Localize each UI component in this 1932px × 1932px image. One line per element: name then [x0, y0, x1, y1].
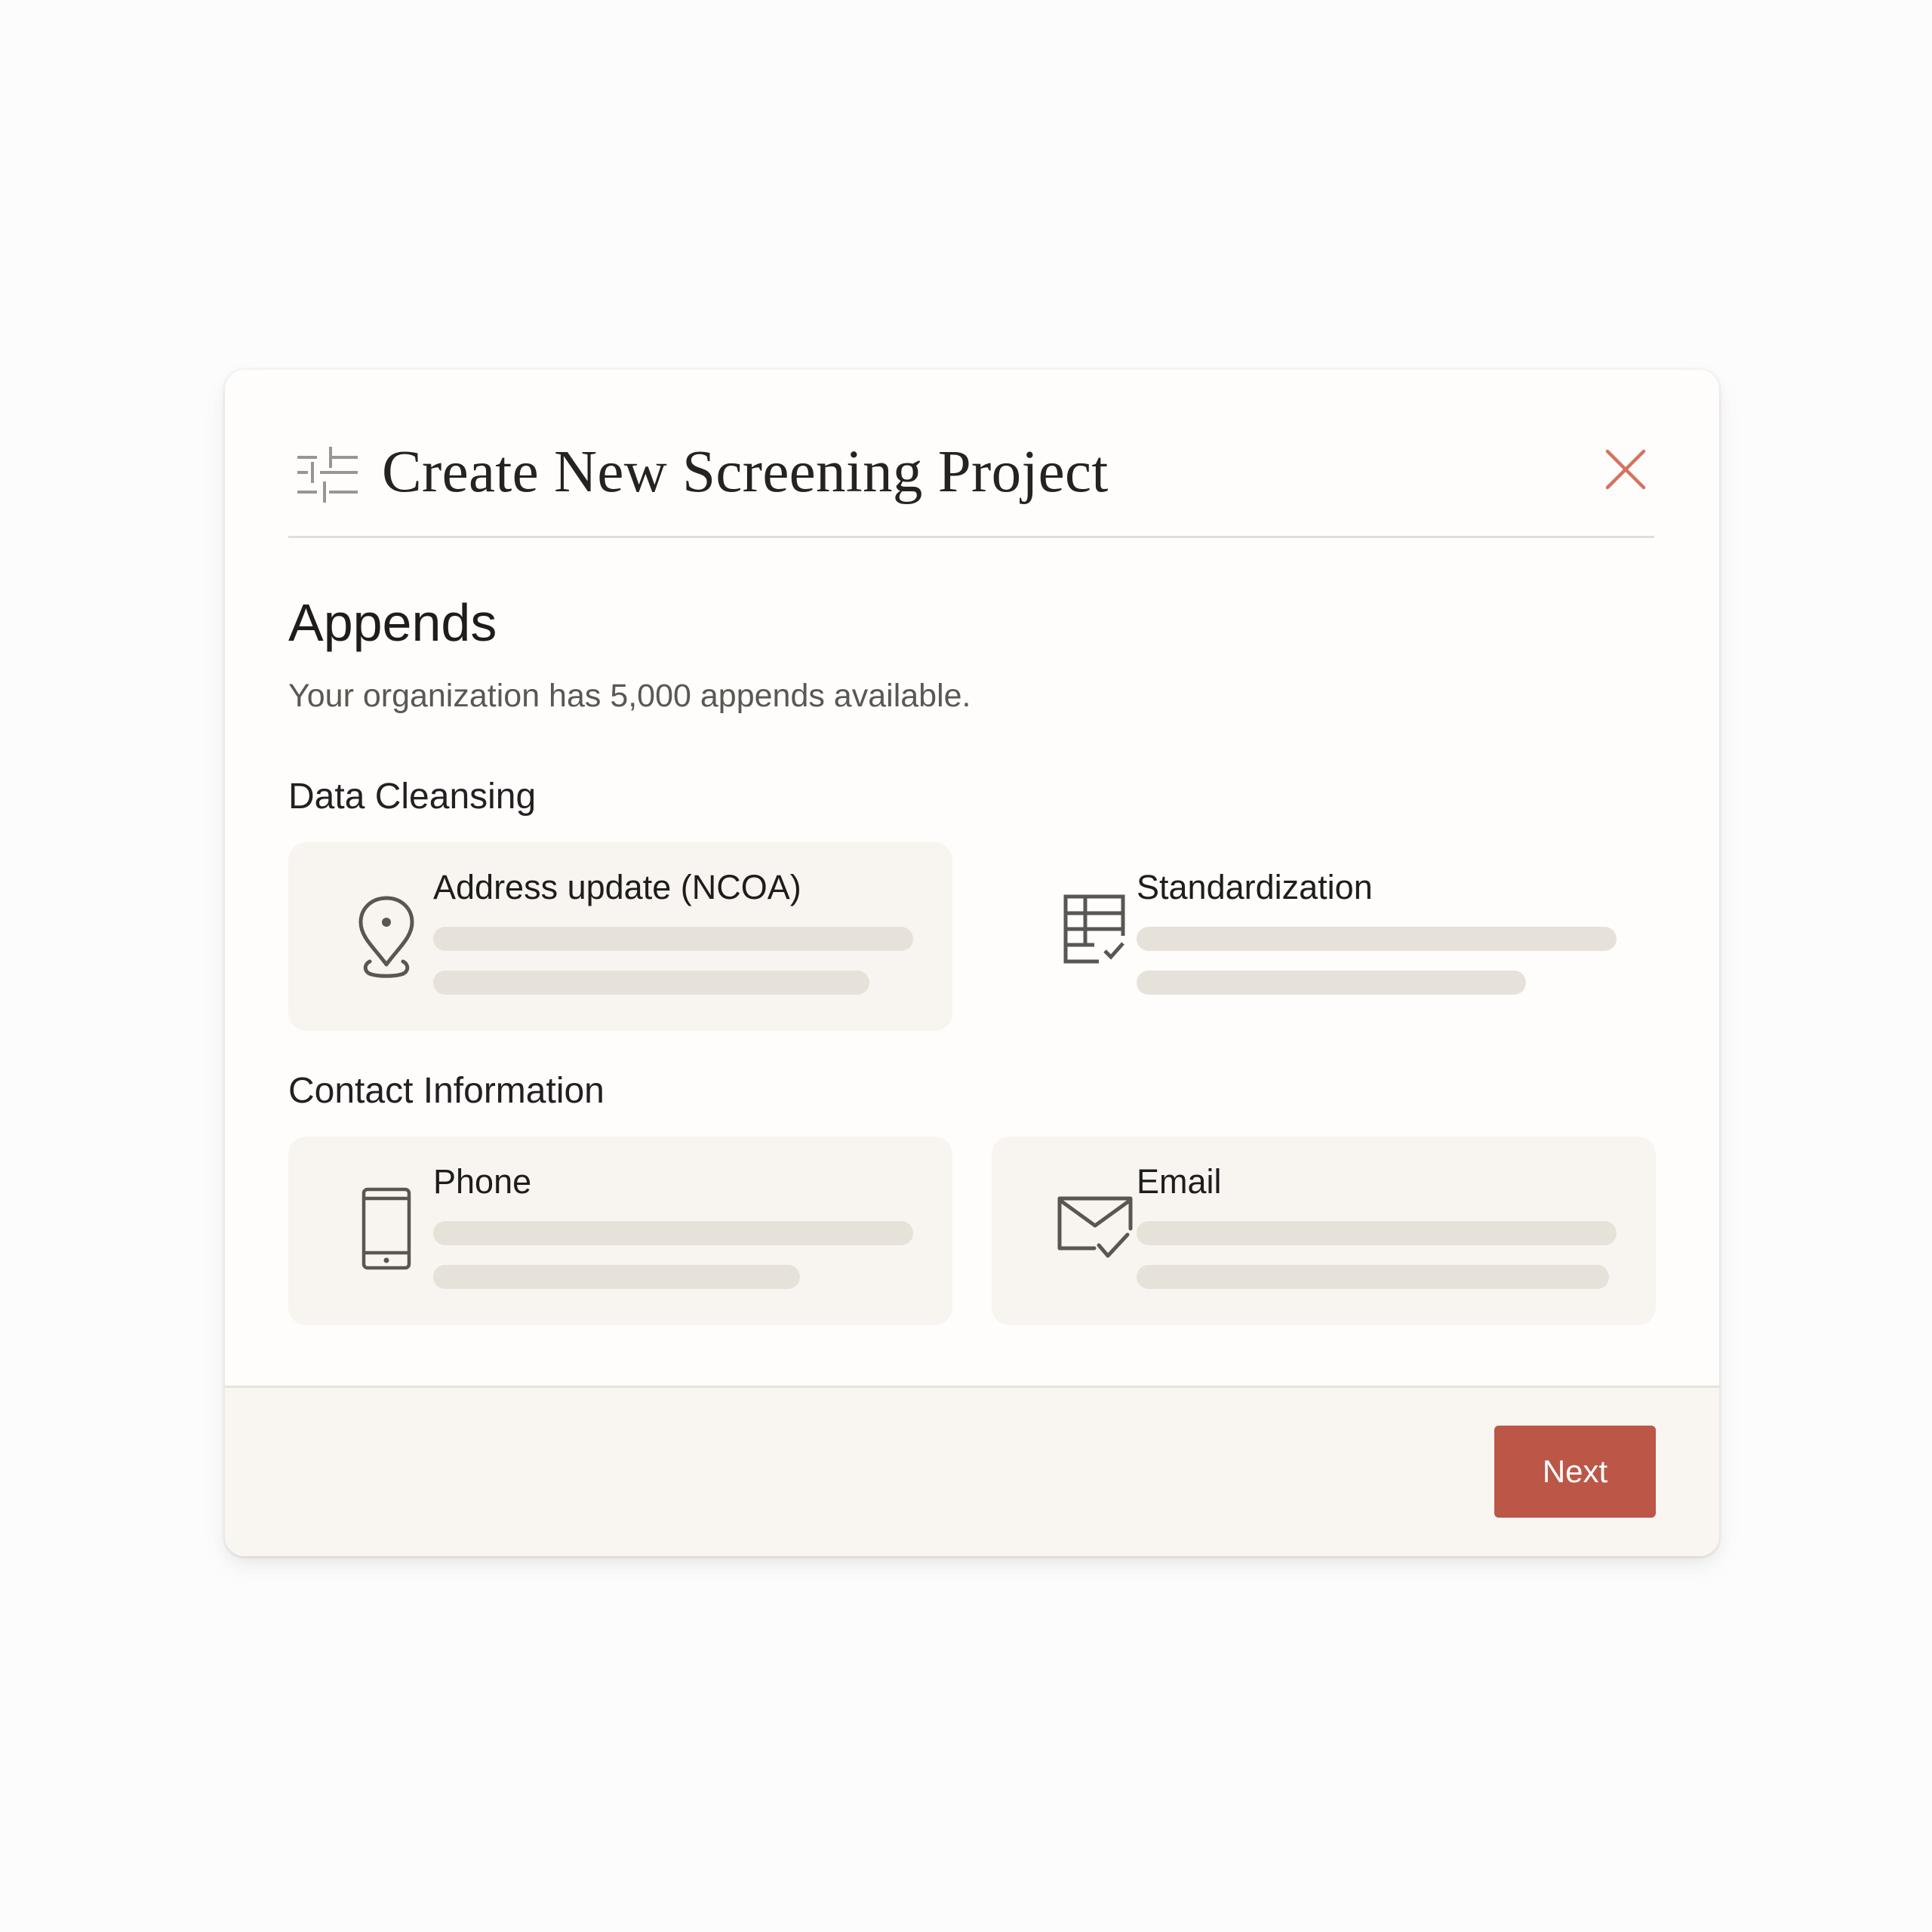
- option-card-email[interactable]: Email: [992, 1137, 1656, 1325]
- option-label: Email: [1137, 1162, 1222, 1201]
- option-card-address-update[interactable]: Address update (NCOA): [288, 842, 952, 1031]
- placeholder-line: [1137, 1221, 1617, 1245]
- placeholder-line: [1137, 927, 1617, 951]
- sliders-icon: [297, 447, 358, 503]
- modal-header: Create New Screening Project: [288, 433, 1654, 538]
- placeholder-line: [433, 927, 913, 951]
- option-card-standardization[interactable]: Standardization: [992, 842, 1656, 1031]
- placeholder-line: [1137, 1265, 1609, 1289]
- contact-information-heading: Contact Information: [288, 1071, 605, 1111]
- placeholder-line: [433, 1221, 913, 1245]
- next-button[interactable]: Next: [1494, 1426, 1656, 1518]
- appends-available-text: Your organization has 5,000 appends avai…: [288, 678, 971, 714]
- modal-title: Create New Screening Project: [382, 439, 1109, 505]
- option-label: Address update (NCOA): [433, 868, 801, 906]
- placeholder-line: [433, 971, 869, 995]
- phone-icon: [361, 1187, 411, 1270]
- map-pin-icon: [358, 896, 414, 978]
- table-check-icon: [1063, 894, 1125, 964]
- appends-heading: Appends: [288, 593, 497, 652]
- modal-footer: Next: [225, 1386, 1719, 1556]
- placeholder-line: [433, 1265, 800, 1289]
- data-cleansing-heading: Data Cleansing: [288, 777, 537, 817]
- option-label: Phone: [433, 1162, 532, 1201]
- close-icon[interactable]: [1598, 442, 1653, 497]
- option-card-phone[interactable]: Phone: [288, 1137, 952, 1325]
- option-label: Standardization: [1137, 868, 1373, 906]
- placeholder-line: [1137, 971, 1526, 995]
- mail-check-icon: [1057, 1196, 1133, 1258]
- create-project-modal: Create New Screening Project Appends You…: [225, 370, 1719, 1556]
